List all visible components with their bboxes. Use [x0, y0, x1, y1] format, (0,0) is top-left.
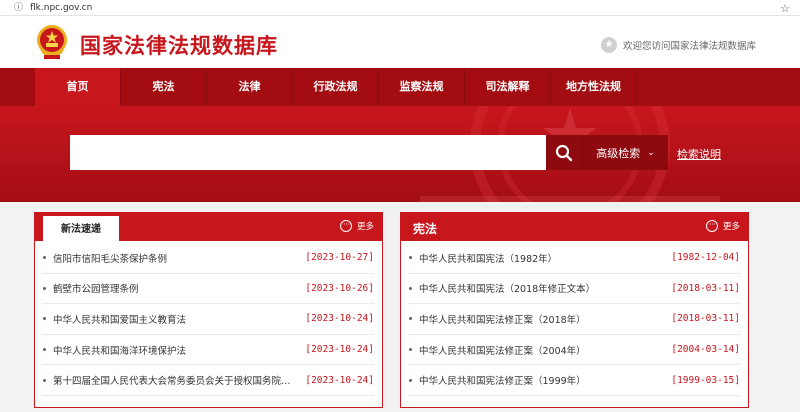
list-item-date: [2004-03-14]: [671, 344, 740, 356]
list-item[interactable]: 中华人民共和国宪法（2018年修正文本） [2018-03-11]: [409, 274, 740, 305]
list-item[interactable]: 鹤壁市公园管理条例 [2023-10-26]: [43, 274, 374, 305]
bullet-icon: [409, 256, 412, 260]
list-item-text[interactable]: 第十四届全国人民代表大会常务委员会关于授权国务院…: [53, 373, 291, 387]
panel-title[interactable]: 宪法: [413, 220, 437, 237]
list-item-text[interactable]: 中华人民共和国宪法修正案（2004年）: [419, 343, 586, 357]
list-item-date: [2023-10-24]: [305, 344, 374, 356]
nav-item-constitution[interactable]: 宪法: [121, 68, 207, 106]
list-item-text[interactable]: 中华人民共和国宪法（2018年修正文本）: [419, 281, 595, 295]
browser-address-bar[interactable]: ⓘ flk.npc.gov.cn ☆: [0, 0, 800, 16]
nav-item-home[interactable]: 首页: [35, 68, 121, 106]
national-emblem-logo[interactable]: [34, 23, 70, 61]
list-item[interactable]: 信阳市信阳毛尖茶保护条例 [2023-10-27]: [43, 243, 374, 274]
nav-item-local-regulations[interactable]: 地方性法规: [551, 68, 637, 106]
latest-laws-panel: 新法速递 ··· 更多 信阳市信阳毛尖茶保护条例 [2023-10-27] 鹤壁…: [34, 212, 383, 408]
bullet-icon: [43, 348, 46, 352]
list-item[interactable]: 中华人民共和国宪法修正案（1999年） [1999-03-15]: [409, 365, 740, 396]
list-item-text[interactable]: 中华人民共和国宪法（1982年）: [419, 251, 557, 265]
bullet-icon: [409, 286, 412, 290]
list-item-date: [1982-12-04]: [671, 252, 740, 264]
chevron-down-icon: ⌄: [647, 147, 655, 158]
url-text[interactable]: flk.npc.gov.cn: [30, 3, 92, 13]
bullet-icon: [409, 378, 412, 382]
panel-header: 宪法 ··· 更多: [401, 213, 748, 241]
list-item-text[interactable]: 中华人民共和国宪法修正案（2018年）: [419, 312, 586, 326]
list-item-date: [2023-10-27]: [305, 252, 374, 264]
tab-latest-laws[interactable]: 新法速递: [43, 214, 119, 241]
list-item-title[interactable]: 中华人民共和国宪法修正案（1999年）: [409, 373, 586, 387]
latest-laws-list: 信阳市信阳毛尖茶保护条例 [2023-10-27] 鹤壁市公园管理条例 [202…: [35, 243, 382, 396]
more-icon: ···: [705, 220, 718, 232]
list-item-title[interactable]: 信阳市信阳毛尖茶保护条例: [43, 251, 167, 265]
list-item[interactable]: 第十四届全国人民代表大会常务委员会关于授权国务院… [2023-10-24]: [43, 365, 374, 396]
site-info-icon[interactable]: ⓘ: [14, 3, 24, 13]
list-item[interactable]: 中华人民共和国宪法修正案（2018年） [2018-03-11]: [409, 304, 740, 335]
constitution-list: 中华人民共和国宪法（1982年） [1982-12-04] 中华人民共和国宪法（…: [401, 243, 748, 396]
more-label: 更多: [356, 222, 374, 232]
list-item-text[interactable]: 信阳市信阳毛尖茶保护条例: [53, 251, 167, 265]
bullet-icon: [43, 317, 46, 321]
list-item-date: [2023-10-24]: [305, 374, 374, 386]
list-item-title[interactable]: 中华人民共和国宪法修正案（2004年）: [409, 343, 586, 357]
list-item-text[interactable]: 鹤壁市公园管理条例: [53, 281, 139, 295]
list-item[interactable]: 中华人民共和国宪法修正案（2004年） [2004-03-14]: [409, 335, 740, 366]
bookmark-star-icon[interactable]: ☆: [780, 2, 790, 15]
list-item[interactable]: 中华人民共和国爱国主义教育法 [2023-10-24]: [43, 304, 374, 335]
bullet-icon: [43, 378, 46, 382]
advanced-search-label: 高级检索: [596, 146, 641, 160]
bullet-icon: [43, 286, 46, 290]
bullet-icon: [409, 348, 412, 352]
bullet-icon: [43, 256, 46, 260]
list-item-text[interactable]: 中华人民共和国爱国主义教育法: [53, 312, 186, 326]
list-item-date: [2018-03-11]: [671, 282, 740, 294]
list-item-title[interactable]: 鹤壁市公园管理条例: [43, 281, 139, 295]
list-item[interactable]: 中华人民共和国海洋环境保护法 [2023-10-24]: [43, 335, 374, 366]
list-item-date: [2018-03-11]: [671, 313, 740, 325]
list-item-text[interactable]: 中华人民共和国海洋环境保护法: [53, 343, 186, 357]
list-item-date: [2023-10-24]: [305, 313, 374, 325]
nav-item-judicial-interpretations[interactable]: 司法解释: [465, 68, 551, 106]
site-header: 国家法律法规数据库 ★ 欢迎您访问国家法律法规数据库: [0, 16, 800, 68]
list-item-date: [2023-10-26]: [305, 282, 374, 294]
list-item-text[interactable]: 中华人民共和国宪法修正案（1999年）: [419, 373, 586, 387]
search-help-link[interactable]: 检索说明: [677, 146, 721, 162]
list-item-title[interactable]: 中华人民共和国宪法（1982年）: [409, 251, 557, 265]
search-icon: [555, 144, 573, 161]
panel-header: 新法速递 ··· 更多: [35, 213, 382, 241]
list-item-title[interactable]: 中华人民共和国宪法（2018年修正文本）: [409, 281, 595, 295]
bullet-icon: [409, 317, 412, 321]
more-label: 更多: [722, 222, 740, 232]
list-item-title[interactable]: 中华人民共和国海洋环境保护法: [43, 343, 186, 357]
site-title: 国家法律法规数据库: [80, 33, 278, 58]
advanced-search-button[interactable]: 高级检索 ⌄: [582, 135, 668, 170]
welcome-text: 欢迎您访问国家法律法规数据库: [622, 41, 756, 52]
constitution-panel: 宪法 ··· 更多 中华人民共和国宪法（1982年） [1982-12-04] …: [400, 212, 749, 408]
more-button[interactable]: ··· 更多: [339, 220, 374, 232]
nav-item-laws[interactable]: 法律: [207, 68, 293, 106]
list-item-title[interactable]: 中华人民共和国爱国主义教育法: [43, 312, 186, 326]
list-item-title[interactable]: 第十四届全国人民代表大会常务委员会关于授权国务院…: [43, 373, 291, 387]
search-banner: 高级检索 ⌄ 检索说明: [0, 106, 800, 202]
list-item-date: [1999-03-15]: [671, 374, 740, 386]
search-button[interactable]: [546, 135, 582, 170]
list-item-title[interactable]: 中华人民共和国宪法修正案（2018年）: [409, 312, 586, 326]
list-item[interactable]: 中华人民共和国宪法（1982年） [1982-12-04]: [409, 243, 740, 274]
star-icon: ★: [600, 37, 617, 53]
nav-item-administrative-regulations[interactable]: 行政法规: [293, 68, 379, 106]
more-button[interactable]: ··· 更多: [705, 220, 740, 232]
more-icon: ···: [339, 220, 352, 232]
main-nav: 首页 宪法 法律 行政法规 监察法规 司法解释 地方性法规: [0, 68, 800, 106]
search-input[interactable]: [70, 135, 546, 170]
nav-item-supervisory-regulations[interactable]: 监察法规: [379, 68, 465, 106]
welcome-message: ★ 欢迎您访问国家法律法规数据库: [600, 37, 756, 53]
